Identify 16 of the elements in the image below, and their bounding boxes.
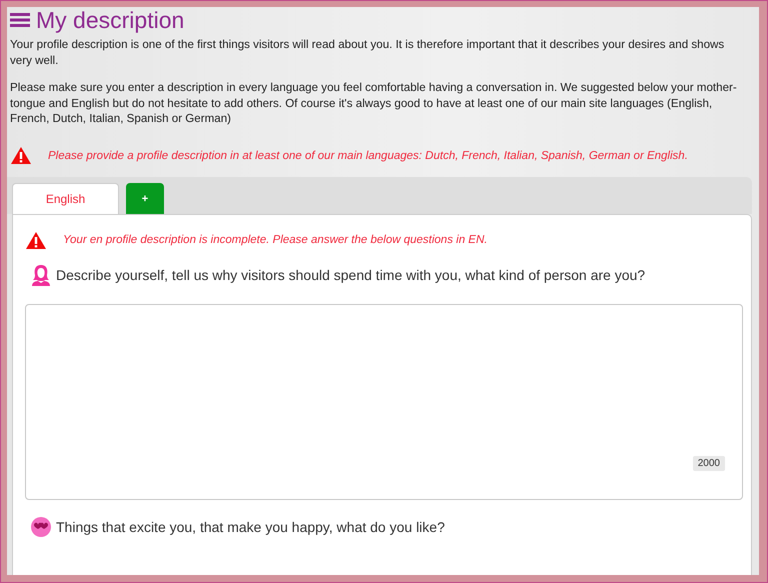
menu-icon[interactable] (10, 13, 30, 27)
question-label: Describe yourself, tell us why visitors should spend time with you, what kind of person are you? (56, 266, 646, 282)
warning-icon (25, 230, 47, 250)
question-label: Things that excite you, that make you happy, what do you like? (56, 518, 445, 534)
intro-paragraph: Your profile description is one of the first things visitors will read about you. It is therefore important that it describes your desires and shows very well. (10, 37, 726, 68)
language-tab[interactable]: English (12, 182, 119, 214)
warning-message: Please provide a profile description in at least one of our main languages: Dutch, French, Italian, Spanish, German or English. (48, 150, 688, 162)
warning-icon (10, 146, 32, 165)
add-tab[interactable]: + (126, 182, 164, 214)
intro-paragraph: Please make sure you enter a description in every language you feel comfortable having a conversation in. We suggested below your mother-tongue and English but do not hesitate to add others. Of course it's always good to have at least one of our main site languages (English, French, Dutch, Italian, Spanish or German) (10, 80, 738, 126)
character-counter: 2000 (692, 456, 725, 470)
page-title: My description (36, 8, 184, 32)
warning-message: Your en profile description is incomplete. Please answer the below questions in EN. (63, 234, 488, 246)
woman-icon (30, 264, 52, 286)
answer-box[interactable]: 2000 (25, 304, 743, 500)
hearts-eyes-icon (30, 516, 52, 538)
